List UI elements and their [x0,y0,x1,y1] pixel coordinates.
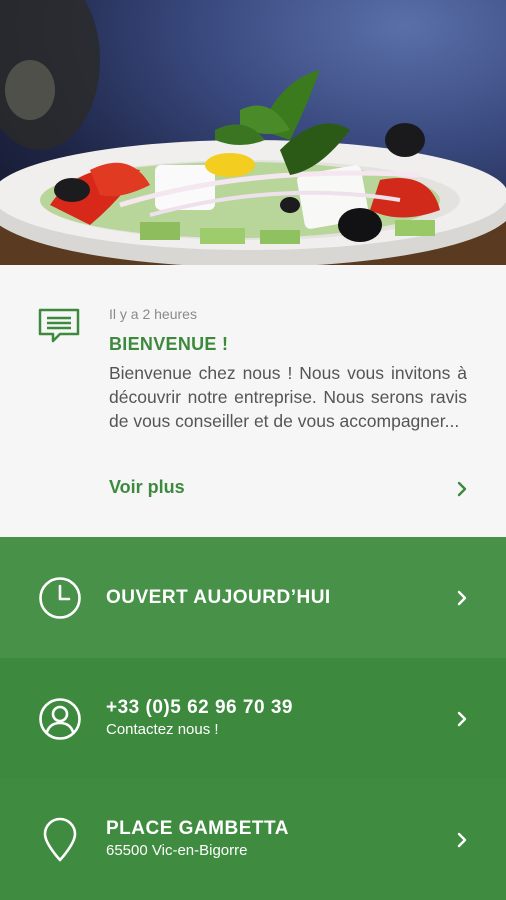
chevron-right-icon [457,832,467,848]
opening-hours-row[interactable]: OUVERT AUJOURD’HUI [0,537,506,658]
hero-image [0,0,506,265]
opening-hours-label: OUVERT AUJOURD’HUI [106,587,331,608]
phone-caption: Contactez nous ! [106,721,219,738]
location-pin-icon [43,817,77,862]
message-icon [38,308,80,343]
news-timestamp: Il y a 2 heures [109,306,197,322]
chevron-right-icon[interactable] [454,479,470,499]
user-circle-icon [39,698,81,740]
chevron-right-icon [457,590,467,606]
address-street: PLACE GAMBETTA [106,818,289,839]
news-card: Il y a 2 heures BIENVENUE ! Bienvenue ch… [0,265,506,537]
news-title: BIENVENUE ! [109,334,229,354]
address-row[interactable]: PLACE GAMBETTA 65500 Vic-en-Bigorre [0,779,506,900]
phone-number: +33 (0)5 62 96 70 39 [106,697,293,718]
read-more-link[interactable]: Voir plus [109,477,185,498]
clock-icon [39,577,81,619]
chevron-right-icon [457,711,467,727]
phone-row[interactable]: +33 (0)5 62 96 70 39 Contactez nous ! [0,658,506,779]
news-body: Bienvenue chez nous ! Nous vous invitons… [109,363,467,431]
address-city: 65500 Vic-en-Bigorre [106,842,248,859]
